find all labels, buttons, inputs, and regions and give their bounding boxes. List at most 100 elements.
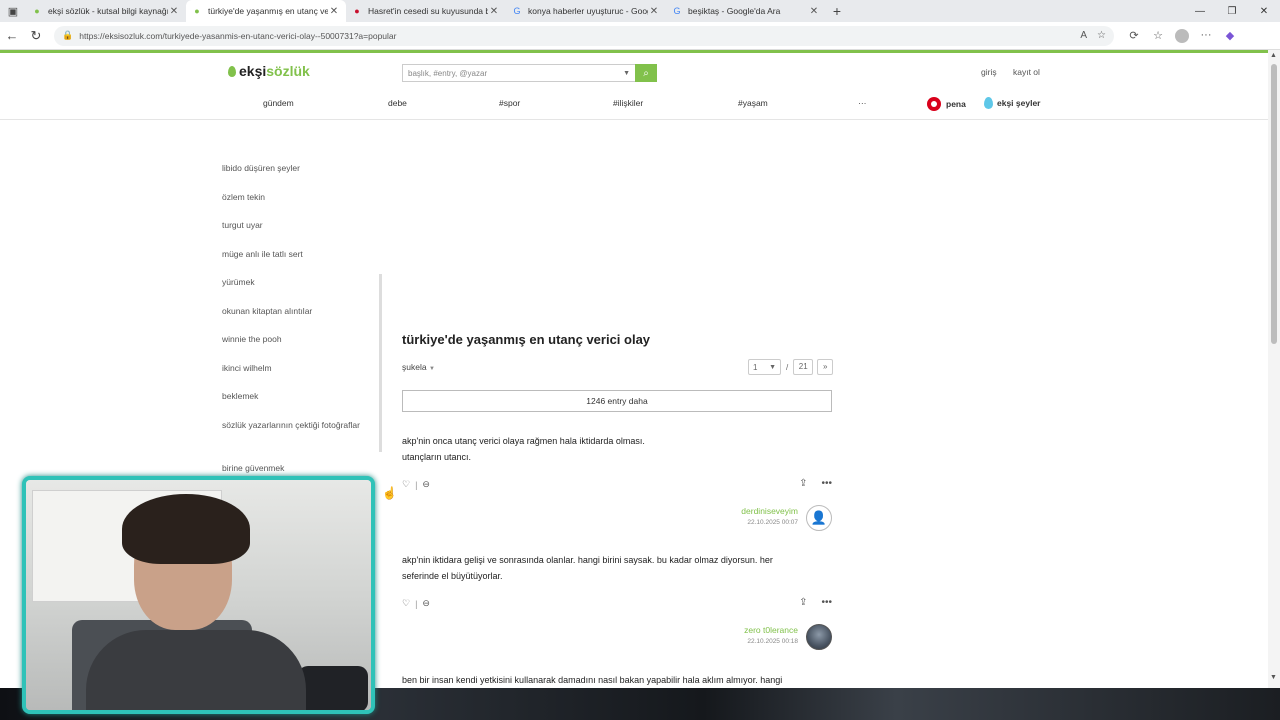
pena-link[interactable]: pena [927, 97, 966, 111]
copilot-icon[interactable]: ◆ [1218, 29, 1242, 43]
dislike-icon[interactable]: ⊖ [422, 479, 430, 490]
browser-tab[interactable]: ● ekşi sözlük - kutsal bilgi kaynağı ✕ [26, 0, 186, 22]
search-button[interactable]: ⌕ [635, 64, 657, 82]
nav-debe[interactable]: debe [388, 98, 407, 108]
browser-tab-bar: ▣ ● ekşi sözlük - kutsal bilgi kaynağı ✕… [0, 0, 1280, 22]
scroll-down-icon[interactable]: ▼ [1270, 674, 1277, 681]
close-icon[interactable]: ✕ [648, 6, 660, 17]
webcam-bag [298, 666, 368, 710]
nav-iliskiler[interactable]: #ilişkiler [613, 98, 643, 108]
entry-author[interactable]: zero t0lerance [744, 625, 798, 635]
tab-title: konya haberler uyuşturuc - Googl [528, 6, 648, 16]
nav-spor[interactable]: #spor [499, 98, 520, 108]
divider: | [415, 479, 418, 490]
search-input[interactable]: başlık, #entry, @yazar ▼ [402, 64, 635, 82]
page-current: 1 [753, 362, 758, 372]
minimize-icon[interactable]: — [1184, 6, 1216, 17]
login-link[interactable]: giriş [981, 67, 997, 77]
entry: ben bir insan kendi yetkisini kullanarak… [402, 672, 832, 688]
pager-separator: / [786, 362, 789, 372]
close-icon[interactable]: ✕ [488, 6, 500, 17]
chevron-down-icon: ▼ [428, 366, 435, 372]
sidebar-item[interactable]: sözlük yazarlarının çektiği fotoğraflar [222, 418, 362, 433]
entry-meta: zero t0lerance 22.10.2025 00:18 [744, 625, 798, 645]
page-scrollbar[interactable]: ▲ ▼ [1268, 50, 1280, 688]
eksi-seyler-icon [984, 97, 993, 109]
more-icon[interactable]: ••• [821, 478, 832, 489]
close-icon[interactable]: ✕ [328, 6, 340, 17]
entry-vote-actions: ♡ | ⊖ [402, 598, 430, 609]
close-icon[interactable]: ✕ [168, 6, 180, 17]
back-icon[interactable]: ← [0, 28, 24, 43]
tab-actions-icon[interactable]: ▣ [0, 0, 26, 22]
entry-line: akp'nin onca utanç verici olaya rağmen h… [402, 436, 645, 446]
chevron-down-icon[interactable]: ▼ [623, 70, 630, 77]
eksi-seyler-link[interactable]: ekşi şeyler [984, 97, 1040, 109]
sidebar-item[interactable]: özlem tekin [222, 190, 362, 205]
new-tab-icon[interactable]: + [826, 3, 848, 19]
sidebar-item[interactable]: turgut uyar [222, 218, 362, 233]
sort-label: şukela [402, 362, 427, 372]
more-icon[interactable]: ··· [1194, 29, 1218, 43]
entry-date[interactable]: 22.10.2025 00:18 [744, 638, 798, 645]
scroll-up-icon[interactable]: ▲ [1270, 52, 1277, 59]
search-bar: başlık, #entry, @yazar ▼ ⌕ [402, 64, 657, 82]
address-bar[interactable]: 🔒 https://eksisozluk.com/turkiyede-yasan… [54, 25, 1114, 46]
browser-tab[interactable]: ● Hasret'in cesedi su kuyusunda bu ✕ [346, 0, 506, 22]
browser-tab[interactable]: G konya haberler uyuşturuc - Googl ✕ [506, 0, 666, 22]
extensions-icon[interactable]: ⟳ [1122, 29, 1146, 43]
next-page-button[interactable]: » [817, 359, 834, 375]
sidebar-item[interactable]: okunan kitaptan alıntılar [222, 304, 362, 319]
entry-content: akp'nin onca utanç verici olaya rağmen h… [402, 433, 832, 465]
nav-yasam[interactable]: #yaşam [738, 98, 768, 108]
restore-icon[interactable]: ❐ [1216, 6, 1248, 17]
read-aloud-icon[interactable]: A [1080, 30, 1087, 41]
reload-icon[interactable]: ↻ [24, 28, 48, 44]
browser-tab[interactable]: G beşiktaş - Google'da Ara ✕ [666, 0, 826, 22]
author-avatar[interactable]: 👤 [806, 505, 832, 531]
entry: akp'nin iktidara gelişi ve sonrasında ol… [402, 552, 832, 662]
more-icon[interactable]: ••• [821, 597, 832, 608]
lock-icon[interactable]: 🔒 [62, 30, 73, 41]
google-icon: G [673, 6, 681, 16]
page-total-button[interactable]: 21 [793, 359, 814, 375]
topic-title[interactable]: türkiye'de yaşanmış en utanç verici olay [402, 332, 650, 347]
divider: | [415, 598, 418, 609]
entry-author[interactable]: derdiniseveyim [741, 506, 798, 516]
entry-date[interactable]: 22.10.2025 00:07 [741, 519, 798, 526]
share-icon[interactable]: ⇪ [799, 478, 807, 489]
site-logo[interactable]: ekşi sözlük [228, 63, 310, 79]
register-link[interactable]: kayıt ol [1013, 67, 1040, 77]
sidebar-scrollbar[interactable] [379, 274, 382, 452]
sidebar-item[interactable]: libido düşüren şeyler [222, 161, 362, 176]
sidebar-item[interactable]: müge anlı ile tatlı sert [222, 247, 362, 262]
sidebar-item[interactable]: beklemek [222, 389, 362, 404]
page-select[interactable]: 1 ▼ [748, 359, 781, 375]
sidebar-item[interactable]: ikinci wilhelm [222, 361, 362, 376]
browser-tab-active[interactable]: ● türkiye'de yaşanmış en utanç veric ✕ [186, 0, 346, 22]
author-avatar[interactable] [806, 624, 832, 650]
google-icon: G [513, 6, 521, 16]
sidebar-item[interactable]: winnie the pooh [222, 332, 362, 347]
heart-icon[interactable]: ♡ [402, 479, 410, 490]
profile-avatar[interactable] [1175, 28, 1189, 43]
tab-title: Hasret'in cesedi su kuyusunda bu [368, 6, 488, 16]
more-entries-button[interactable]: 1246 entry daha [402, 390, 832, 412]
entry-line: seferinde el büyütüyorlar. [402, 571, 503, 581]
nav-more[interactable]: ··· [858, 98, 867, 108]
sort-dropdown[interactable]: şukela ▼ [402, 362, 435, 372]
logo-text-part2: sözlük [266, 63, 310, 79]
mouse-cursor-icon: ☝ [382, 486, 397, 500]
entry-content: ben bir insan kendi yetkisini kullanarak… [402, 672, 832, 688]
share-icon[interactable]: ⇪ [799, 597, 807, 608]
heart-icon[interactable]: ♡ [402, 598, 410, 609]
sidebar-item[interactable]: birine güvenmek [222, 461, 362, 476]
favorite-star-icon[interactable]: ☆ [1097, 30, 1106, 41]
favorites-icon[interactable]: ☆ [1146, 29, 1170, 43]
close-window-icon[interactable]: ✕ [1248, 6, 1280, 17]
dislike-icon[interactable]: ⊖ [422, 598, 430, 609]
sidebar-item[interactable]: yürümek [222, 275, 362, 290]
nav-gundem[interactable]: gündem [263, 98, 294, 108]
close-icon[interactable]: ✕ [808, 6, 820, 17]
scrollbar-thumb[interactable] [1271, 64, 1277, 344]
